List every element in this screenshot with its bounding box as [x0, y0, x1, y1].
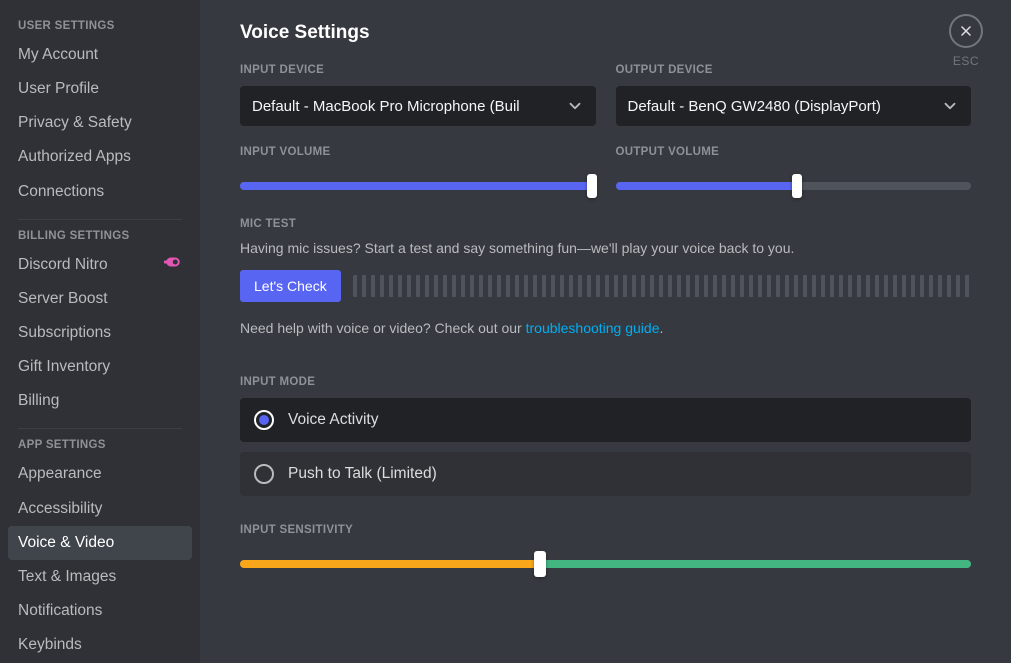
slider-thumb[interactable] — [792, 174, 802, 198]
input-device-label: INPUT DEVICE — [240, 64, 596, 76]
output-device-select[interactable]: Default - BenQ GW2480 (DisplayPort) — [616, 86, 972, 126]
help-text: Need help with voice or video? Check out… — [240, 320, 971, 336]
settings-sidebar: USER SETTINGS My AccountUser ProfilePriv… — [0, 0, 200, 663]
sidebar-item-user-profile[interactable]: User Profile — [8, 72, 192, 106]
input-sensitivity-slider[interactable] — [240, 560, 971, 568]
input-sensitivity-label: INPUT SENSITIVITY — [240, 524, 971, 536]
input-mode-option[interactable]: Voice Activity — [240, 398, 971, 442]
sidebar-item-text-images[interactable]: Text & Images — [8, 560, 192, 594]
sidebar-item-keybinds[interactable]: Keybinds — [8, 628, 192, 662]
sidebar-item-privacy-safety[interactable]: Privacy & Safety — [8, 106, 192, 140]
mic-test-desc: Having mic issues? Start a test and say … — [240, 240, 971, 256]
close-button[interactable] — [949, 14, 983, 48]
sidebar-item-subscriptions[interactable]: Subscriptions — [8, 316, 192, 350]
close-label: ESC — [949, 54, 983, 68]
page-title: Voice Settings — [240, 22, 971, 44]
output-device-value: Default - BenQ GW2480 (DisplayPort) — [628, 98, 881, 115]
section-header-billing: BILLING SETTINGS — [8, 230, 192, 248]
nitro-badge-icon — [164, 255, 182, 275]
mic-test-label: MIC TEST — [240, 218, 971, 230]
radio-icon — [254, 464, 274, 484]
sidebar-item-server-boost[interactable]: Server Boost — [8, 282, 192, 316]
sidebar-item-voice-video[interactable]: Voice & Video — [8, 526, 192, 560]
section-header-app: APP SETTINGS — [8, 439, 192, 457]
sidebar-item-appearance[interactable]: Appearance — [8, 457, 192, 491]
sidebar-item-accessibility[interactable]: Accessibility — [8, 492, 192, 526]
sidebar-item-authorized-apps[interactable]: Authorized Apps — [8, 140, 192, 174]
divider — [18, 219, 182, 220]
mic-test-button[interactable]: Let's Check — [240, 270, 341, 302]
input-volume-slider[interactable] — [240, 182, 596, 190]
input-mode-option[interactable]: Push to Talk (Limited) — [240, 452, 971, 496]
output-volume-slider[interactable] — [616, 182, 972, 190]
radio-icon — [254, 410, 274, 430]
slider-thumb[interactable] — [534, 551, 546, 577]
input-mode-label: INPUT MODE — [240, 376, 971, 388]
divider — [18, 428, 182, 429]
input-volume-label: INPUT VOLUME — [240, 146, 596, 158]
chevron-down-icon — [566, 97, 584, 115]
sidebar-item-my-account[interactable]: My Account — [8, 38, 192, 72]
close-icon — [958, 23, 974, 39]
sidebar-item-notifications[interactable]: Notifications — [8, 594, 192, 628]
input-device-select[interactable]: Default - MacBook Pro Microphone (Buil — [240, 86, 596, 126]
chevron-down-icon — [941, 97, 959, 115]
input-mode-option-label: Voice Activity — [288, 411, 378, 429]
sidebar-item-discord-nitro[interactable]: Discord Nitro — [8, 248, 192, 282]
slider-thumb[interactable] — [587, 174, 597, 198]
output-volume-label: OUTPUT VOLUME — [616, 146, 972, 158]
output-device-label: OUTPUT DEVICE — [616, 64, 972, 76]
mic-level-meter — [353, 275, 971, 297]
troubleshooting-link[interactable]: troubleshooting guide — [526, 320, 660, 336]
input-device-value: Default - MacBook Pro Microphone (Buil — [252, 98, 520, 115]
sidebar-item-billing[interactable]: Billing — [8, 384, 192, 418]
sidebar-item-gift-inventory[interactable]: Gift Inventory — [8, 350, 192, 384]
section-header-user: USER SETTINGS — [8, 20, 192, 38]
settings-content: ESC Voice Settings INPUT DEVICE Default … — [200, 0, 1011, 663]
sidebar-item-connections[interactable]: Connections — [8, 175, 192, 209]
input-mode-option-label: Push to Talk (Limited) — [288, 465, 437, 483]
